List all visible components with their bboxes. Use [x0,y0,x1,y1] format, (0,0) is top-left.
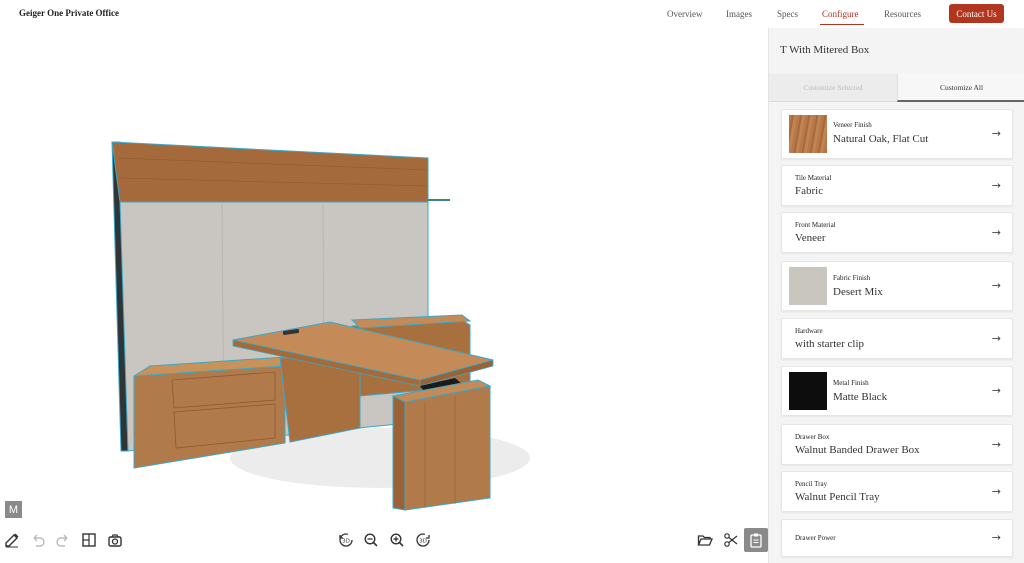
option-front-material[interactable]: Front Material Veneer → [781,212,1013,253]
edit-icon[interactable] [3,531,21,549]
option-value: with starter clip [795,338,865,350]
fabric-swatch [789,267,827,305]
option-label: Hardware [795,327,823,335]
desk-render[interactable] [0,28,768,563]
svg-text:3D: 3D [419,539,427,545]
nav-active-indicator [820,24,864,25]
option-label: Drawer Power [795,534,836,542]
wood-top-band [111,141,429,203]
tab-customize-selected[interactable]: Customize Selected [769,74,897,102]
option-label: Fabric Finish [833,274,871,282]
tab-customize-all[interactable]: Customize All [897,74,1024,102]
arrow-right-icon: → [991,226,1001,239]
option-label: Front Material [795,221,836,229]
brand-title[interactable]: Geiger One Private Office [19,8,119,18]
3d-viewport[interactable]: M 3D 3D [0,28,768,563]
option-label: Drawer Box [795,433,830,441]
rotate-left-icon[interactable]: 3D [337,531,355,549]
arrow-right-icon: → [991,384,1001,397]
arrow-right-icon: → [991,179,1001,192]
option-label: Veneer Finish [833,121,872,129]
veneer-swatch [789,115,827,153]
nav-specs[interactable]: Specs [777,9,798,19]
arrow-right-icon: → [991,332,1001,345]
zoom-out-icon[interactable] [362,531,380,549]
undo-icon[interactable] [29,531,47,549]
option-drawer-box[interactable]: Drawer Box Walnut Banded Drawer Box → [781,424,1013,465]
option-value: Walnut Banded Drawer Box [795,444,920,456]
option-fabric-finish[interactable]: Fabric Finish Desert Mix → [781,261,1013,311]
rotate-right-icon[interactable]: 3D [414,531,432,549]
option-drawer-power[interactable]: Drawer Power → [781,519,1013,557]
arrow-right-icon: → [991,531,1001,544]
metal-swatch [789,372,827,410]
option-label: Metal Finish [833,379,869,387]
option-value: Veneer [795,232,826,244]
nav-resources[interactable]: Resources [884,9,921,19]
arrow-right-icon: → [991,127,1001,140]
configuration-title: T With Mitered Box [780,44,870,56]
redo-icon[interactable] [54,531,72,549]
configuration-panel: T With Mitered Box Customize Selected Cu… [768,28,1024,563]
option-veneer-finish[interactable]: Veneer Finish Natural Oak, Flat Cut → [781,109,1013,159]
mitered-box [404,385,491,511]
share-icon[interactable] [722,531,740,549]
nav-overview[interactable]: Overview [667,9,703,19]
camera-icon[interactable] [106,531,124,549]
measure-badge[interactable]: M [5,501,22,518]
zoom-in-icon[interactable] [388,531,406,549]
arrow-right-icon: → [991,279,1001,292]
option-tile-material[interactable]: Tile Material Fabric → [781,165,1013,206]
arrow-right-icon: → [991,485,1001,498]
option-hardware[interactable]: Hardware with starter clip → [781,318,1013,359]
option-value: Walnut Pencil Tray [795,491,880,503]
option-value: Matte Black [833,391,888,403]
folder-icon[interactable] [696,531,714,549]
option-label: Tile Material [795,174,832,182]
option-value: Desert Mix [833,286,883,298]
top-bar: Geiger One Private Office Overview Image… [0,0,1024,28]
svg-text:3D: 3D [342,539,350,545]
nav-configure[interactable]: Configure [822,9,859,19]
arrow-right-icon: → [991,438,1001,451]
clipboard-icon[interactable] [744,528,768,552]
option-metal-finish[interactable]: Metal Finish Matte Black → [781,366,1013,416]
customize-tabs: Customize Selected Customize All [769,74,1024,102]
nav-images[interactable]: Images [726,9,752,19]
option-pencil-tray[interactable]: Pencil Tray Walnut Pencil Tray → [781,471,1013,512]
option-value: Natural Oak, Flat Cut [833,133,929,145]
layout-icon[interactable] [80,531,98,549]
contact-us-button[interactable]: Contact Us [949,4,1004,23]
option-label: Pencil Tray [795,480,828,488]
option-value: Fabric [795,185,824,197]
